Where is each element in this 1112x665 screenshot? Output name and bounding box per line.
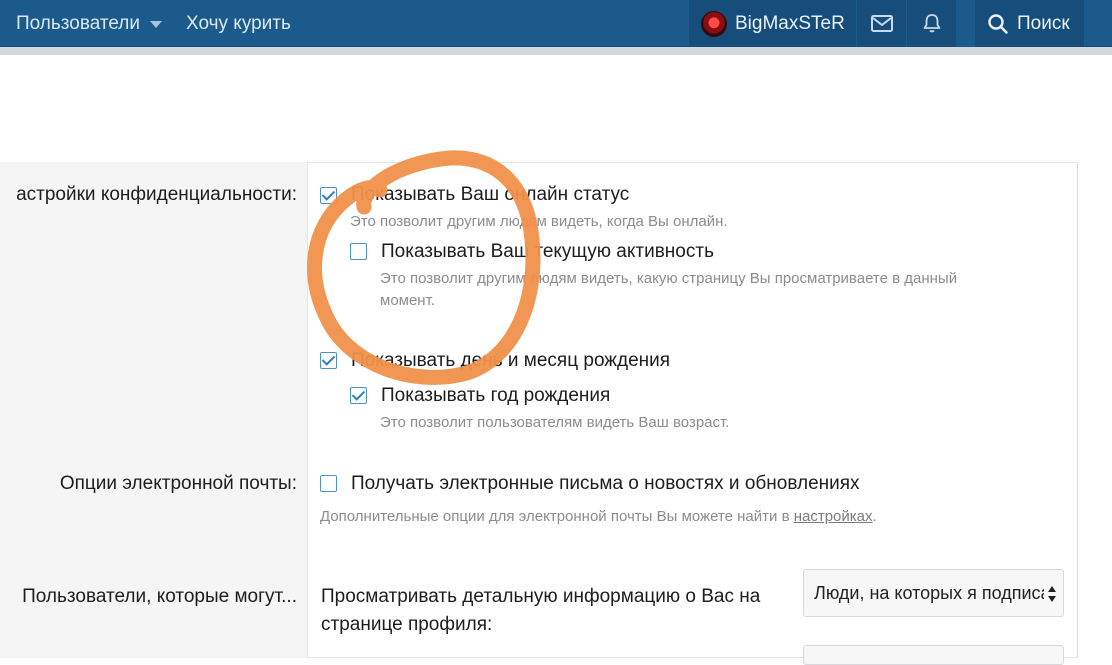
username: BigMaxSTeR (735, 12, 845, 34)
show-activity-hint-line1: Это позволит другим людям видеть, какую … (380, 270, 958, 287)
inbox-button[interactable] (857, 0, 907, 47)
receive-news-label[interactable]: Получать электронные письма о новостях и… (351, 473, 860, 495)
nav-left: Пользователи Хочу курить (16, 0, 291, 47)
subheader-strip (0, 47, 1112, 55)
nav-want-smoke-label: Хочу курить (186, 12, 291, 34)
show-activity-hint-line2: момент. (380, 292, 435, 309)
view-profile-label-line2: странице профиля: (321, 614, 493, 635)
nav-want-smoke[interactable]: Хочу курить (186, 13, 291, 35)
who-can-label: Пользователи, которые могут... (22, 586, 297, 607)
nav-members-label: Пользователи (16, 12, 141, 34)
show-online-hint: Это позволит другим людям видеть, когда … (350, 213, 728, 230)
show-online-checkbox[interactable] (320, 187, 337, 204)
nav-members[interactable]: Пользователи (16, 12, 163, 35)
show-activity-checkbox[interactable] (350, 243, 367, 260)
search-icon (988, 13, 1008, 34)
email-hint: Дополнительные опции для электронной поч… (320, 506, 877, 527)
privacy-settings-label: астройки конфиденциальности: (16, 184, 297, 205)
nav-right: BigMaxSTeR Поиск (689, 0, 1085, 47)
show-dob-checkbox[interactable] (320, 352, 337, 369)
email-hint-text: Дополнительные опции для электронной поч… (320, 508, 794, 525)
show-activity-label[interactable]: Показывать Ваш текущую активность (381, 241, 714, 263)
envelope-icon (870, 15, 893, 32)
search-label: Поиск (1017, 12, 1070, 34)
show-online-label[interactable]: Показывать Ваш онлайн статус (351, 184, 629, 206)
show-year-label[interactable]: Показывать год рождения (381, 385, 610, 407)
nav-spacer (957, 0, 975, 47)
select-arrows-icon (1048, 586, 1056, 602)
view-profile-select[interactable]: Люди, на которых я подписан (803, 569, 1064, 617)
user-menu[interactable]: BigMaxSTeR (689, 0, 857, 47)
view-profile-label-line1: Просматривать детальную информацию о Вас… (321, 586, 761, 607)
receive-news-checkbox[interactable] (320, 475, 337, 492)
search-button[interactable]: Поиск (975, 0, 1085, 47)
settings-link[interactable]: настройках (794, 508, 873, 525)
alerts-button[interactable] (907, 0, 957, 47)
avatar (701, 10, 727, 37)
next-select[interactable] (803, 645, 1064, 665)
chevron-down-icon[interactable] (150, 21, 163, 28)
bell-icon (923, 14, 940, 33)
email-hint-end: . (872, 508, 877, 525)
form-labels-column (0, 162, 307, 658)
show-year-hint: Это позволит пользователям видеть Ваш во… (380, 414, 730, 431)
email-options-label: Опции электронной почты: (59, 473, 297, 494)
view-profile-selected: Люди, на которых я подписан (814, 582, 1044, 603)
top-navigation-bar: Пользователи Хочу курить BigMaxSTeR Поис… (0, 0, 1112, 47)
show-dob-label[interactable]: Показывать день и месяц рождения (351, 350, 670, 372)
show-year-checkbox[interactable] (350, 387, 367, 404)
